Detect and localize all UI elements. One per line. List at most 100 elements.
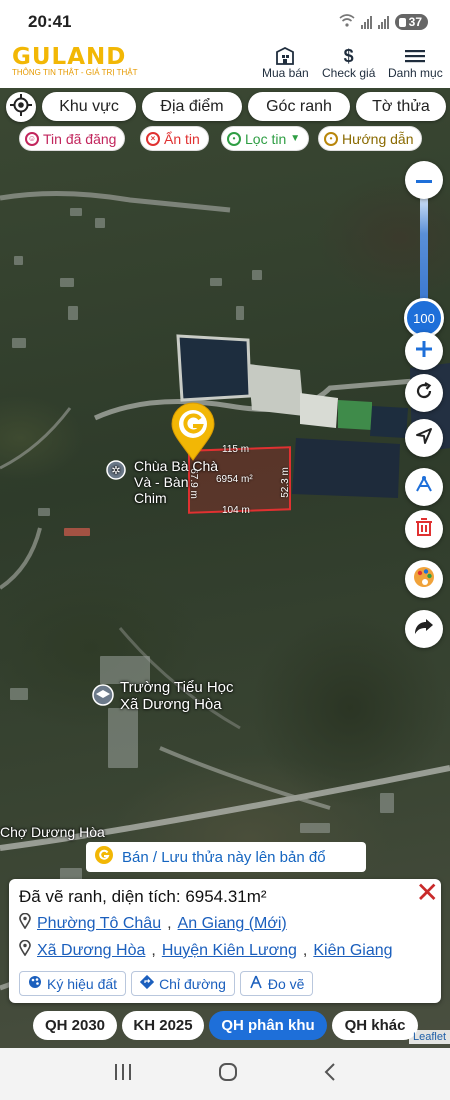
land-symbol-button[interactable]: Ký hiệu đất <box>19 971 127 996</box>
app-header: GULAND THÔNG TIN THẬT - GIÁ TRỊ THẬT Mua… <box>0 44 450 88</box>
btn-to-thua[interactable]: Tờ thửa <box>356 92 446 121</box>
chevron-down-icon: ▼ <box>290 133 301 144</box>
palette-small-icon <box>28 975 42 992</box>
leaflet-attribution[interactable]: Leaflet <box>408 1030 450 1044</box>
status-time: 20:41 <box>28 12 72 31</box>
dollar-icon: $ <box>343 45 354 66</box>
nav-mua-ban-label: Mua bán <box>262 66 309 80</box>
zoom-out-button[interactable] <box>405 161 443 199</box>
upload-parcel-button[interactable]: Bán / Lưu thửa này lên bản đổ <box>86 842 366 872</box>
draw-measure-icon <box>249 975 263 992</box>
map-pin-marker[interactable] <box>170 402 216 467</box>
crosshair-icon <box>10 93 32 121</box>
link-district-old[interactable]: Huyện Kiên Lương <box>162 942 297 960</box>
chip-loc-tin-label: Lọc tin <box>245 130 287 147</box>
card-actions: Ký hiệu đất Chỉ đường Đo vẽ <box>19 971 431 996</box>
nav-danh-muc-label: Danh mục <box>388 66 443 80</box>
minus-icon <box>416 171 432 189</box>
directions-button[interactable]: Chỉ đường <box>131 971 235 996</box>
system-nav-bar <box>0 1048 450 1100</box>
directions-icon <box>139 974 155 992</box>
pagoda-marker-icon: ✲ <box>106 460 126 483</box>
link-province-old[interactable]: Kiên Giang <box>313 942 392 960</box>
location-pin-icon <box>19 912 31 934</box>
recent-apps-icon[interactable] <box>113 1063 133 1086</box>
direction-button[interactable] <box>405 419 443 457</box>
guide-icon: • <box>324 131 338 146</box>
refresh-icon <box>414 381 434 406</box>
app-logo[interactable]: GULAND THÔNG TIN THẬT - GIÁ TRỊ THẬT <box>12 44 138 77</box>
refresh-button[interactable] <box>405 374 443 412</box>
link-ward-new[interactable]: Phường Tô Châu <box>37 915 161 933</box>
chip-huong-dan[interactable]: • Hướng dẫn <box>318 126 423 151</box>
chip-huong-dan-label: Hướng dẫn <box>342 130 414 147</box>
upload-label: Bán / Lưu thửa này lên bản đổ <box>122 848 326 866</box>
back-icon[interactable] <box>323 1062 337 1087</box>
parcel-right-length: 52.3 m <box>279 467 291 498</box>
building-icon <box>274 46 296 66</box>
btn-goc-ranh[interactable]: Góc ranh <box>248 92 350 121</box>
parcel-bottom-length: 104 m <box>222 505 250 516</box>
posted-icon: ☺ <box>25 131 39 146</box>
parcel-info-card: Đã vẽ ranh, diện tích: 6954.31m² ✕ Phườn… <box>9 879 441 1003</box>
signal-icon-2 <box>377 15 389 29</box>
status-icons: 37 <box>339 14 428 30</box>
status-bar: 20:41 37 <box>0 0 450 44</box>
chip-tin-da-dang-label: Tin đã đăng <box>43 130 117 147</box>
directions-label: Chỉ đường <box>159 975 226 992</box>
close-icon[interactable]: ✕ <box>416 879 439 907</box>
parcel-info-title: Đã vẽ ranh, diện tích: 6954.31m² <box>19 887 267 906</box>
chip-an-tin-label: Ẩn tin <box>164 130 200 147</box>
btn-khu-vuc[interactable]: Khu vực <box>42 92 136 121</box>
filter-icon: • <box>227 131 241 146</box>
measure-label: Đo vẽ <box>267 975 305 992</box>
label-market[interactable]: Chợ Dương Hòa <box>0 824 105 840</box>
tab-kh-2025[interactable]: KH 2025 <box>122 1011 204 1040</box>
layer-style-button[interactable] <box>405 560 443 598</box>
battery-indicator: 37 <box>394 14 428 30</box>
nav-check-gia-label: Check giá <box>322 66 376 80</box>
share-arrow-icon <box>414 618 434 641</box>
tab-qh-phan-khu[interactable]: QH phân khu <box>209 1011 327 1040</box>
draw-polygon-icon <box>414 475 434 500</box>
delete-button[interactable] <box>405 510 443 548</box>
palette-icon <box>413 566 435 593</box>
address-old: Xã Dương Hòa, Huyện Kiên Lương, Kiên Gia… <box>19 939 431 961</box>
brand-name: GULAND <box>12 44 127 70</box>
zoom-in-button[interactable] <box>405 332 443 370</box>
draw-tool-button[interactable] <box>405 468 443 506</box>
hide-icon: × <box>146 131 160 146</box>
locate-me-button[interactable] <box>6 92 36 122</box>
wifi-icon <box>339 14 355 30</box>
trash-icon <box>416 517 432 541</box>
guland-logo-icon <box>94 845 114 869</box>
land-symbol-label: Ký hiệu đất <box>47 975 118 992</box>
btn-dia-diem[interactable]: Địa điểm <box>142 92 242 121</box>
share-button[interactable] <box>405 610 443 648</box>
home-icon[interactable] <box>218 1062 238 1087</box>
label-school-line1[interactable]: Trường Tiểu Học <box>120 679 234 696</box>
address-new: Phường Tô Châu, An Giang (Mới) <box>19 912 431 934</box>
signal-icon <box>360 15 372 29</box>
location-pin-icon-2 <box>19 939 31 961</box>
chip-loc-tin[interactable]: • Lọc tin ▼ <box>221 126 310 151</box>
tab-qh-2030[interactable]: QH 2030 <box>33 1011 117 1040</box>
measure-button[interactable]: Đo vẽ <box>239 971 314 996</box>
label-school-line2[interactable]: Xã Dương Hòa <box>120 696 222 713</box>
link-commune-old[interactable]: Xã Dương Hòa <box>37 942 145 960</box>
brand-tagline: THÔNG TIN THẬT - GIÁ TRỊ THẬT <box>12 68 138 77</box>
menu-icon <box>405 46 426 66</box>
nav-danh-muc[interactable]: Danh mục <box>388 46 443 80</box>
zoom-slider-track[interactable] <box>420 196 428 304</box>
nav-check-gia[interactable]: $ Check giá <box>322 45 376 81</box>
chip-an-tin[interactable]: × Ẩn tin <box>140 126 209 151</box>
link-province-new[interactable]: An Giang (Mới) <box>178 915 287 933</box>
chip-tin-da-dang[interactable]: ☺ Tin đã đăng <box>19 126 126 151</box>
school-marker-icon <box>92 684 114 709</box>
parcel-top-length: 115 m <box>222 444 250 455</box>
nav-mua-ban[interactable]: Mua bán <box>262 46 309 80</box>
tab-qh-khac[interactable]: QH khác <box>332 1011 418 1040</box>
svg-text:✲: ✲ <box>111 465 120 477</box>
navigation-arrow-icon <box>415 427 433 450</box>
plus-icon <box>416 340 432 362</box>
